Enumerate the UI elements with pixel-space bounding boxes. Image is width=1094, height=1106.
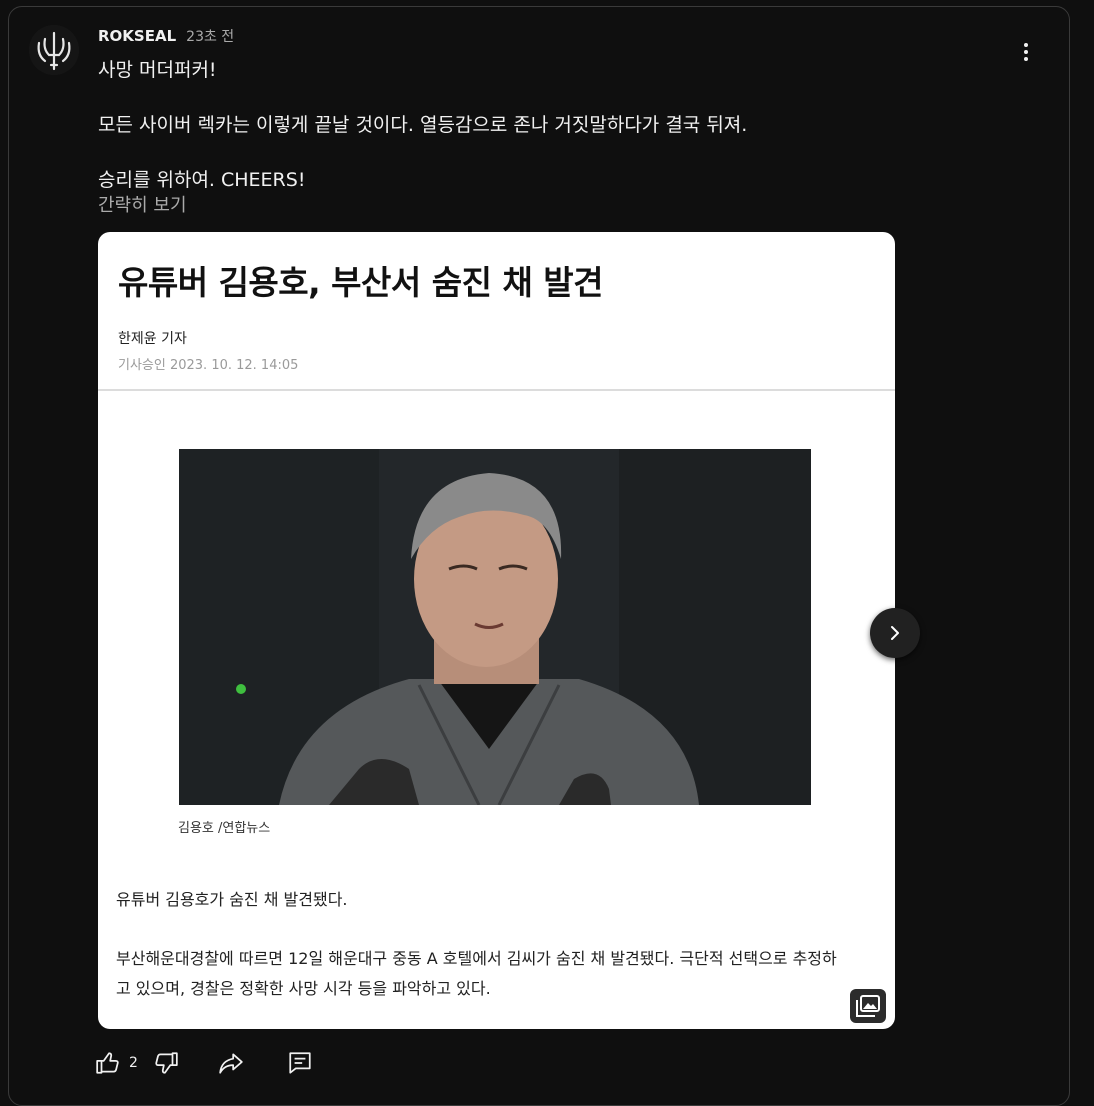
thumb-down-icon [155,1052,178,1074]
share-icon [219,1053,243,1074]
post-time[interactable]: 23초 전 [186,26,234,46]
image-gallery-icon[interactable] [850,989,886,1023]
show-less-link[interactable]: 간략히 보기 [98,191,187,217]
more-vert-icon[interactable] [1014,38,1038,66]
share-button[interactable] [217,1046,245,1080]
thumb-up-icon [96,1052,119,1074]
author-name[interactable]: ROKSEAL [98,27,176,45]
trident-logo-icon [29,25,79,75]
article-divider [98,389,895,391]
article-image[interactable]: 유튜버 김용호, 부산서 숨진 채 발견 한제윤 기자 기사승인 2023. 1… [98,232,895,1029]
chevron-right-icon[interactable] [870,608,920,658]
article-published-time: 기사승인 2023. 10. 12. 14:05 [118,358,299,373]
article-headline: 유튜버 김용호, 부산서 숨진 채 발견 [118,263,604,302]
article-photo [179,449,811,805]
like-count: 2 [129,1055,138,1071]
comment-button[interactable] [287,1046,313,1080]
post-line-3: 승리를 위하여. CHEERS! [98,169,306,191]
photo-caption: 김용호 /연합뉴스 [178,821,271,836]
post-header: ROKSEAL 23초 전 [98,26,234,46]
person-photo-icon [179,449,811,805]
channel-avatar[interactable] [29,25,79,75]
like-button[interactable]: 2 [95,1046,138,1080]
post-line-2: 모든 사이버 렉카는 이렇게 끝날 것이다. 열등감으로 존나 거짓말하다가 결… [98,114,748,136]
article-paragraph-2-line-2: 고 있으며, 경찰은 정확한 사망 시각 등을 파악하고 있다. [116,979,491,998]
article-paragraph-1: 유튜버 김용호가 숨진 채 발견됐다. [116,890,348,909]
article-paragraph-2-line-1: 부산해운대경찰에 따르면 12일 해운대구 중동 A 호텔에서 김씨가 숨진 채… [116,949,837,968]
post-line-1: 사망 머더퍼커! [98,59,217,81]
comment-icon [289,1052,311,1074]
article-reporter: 한제윤 기자 [118,331,187,347]
dislike-button[interactable] [153,1046,179,1080]
